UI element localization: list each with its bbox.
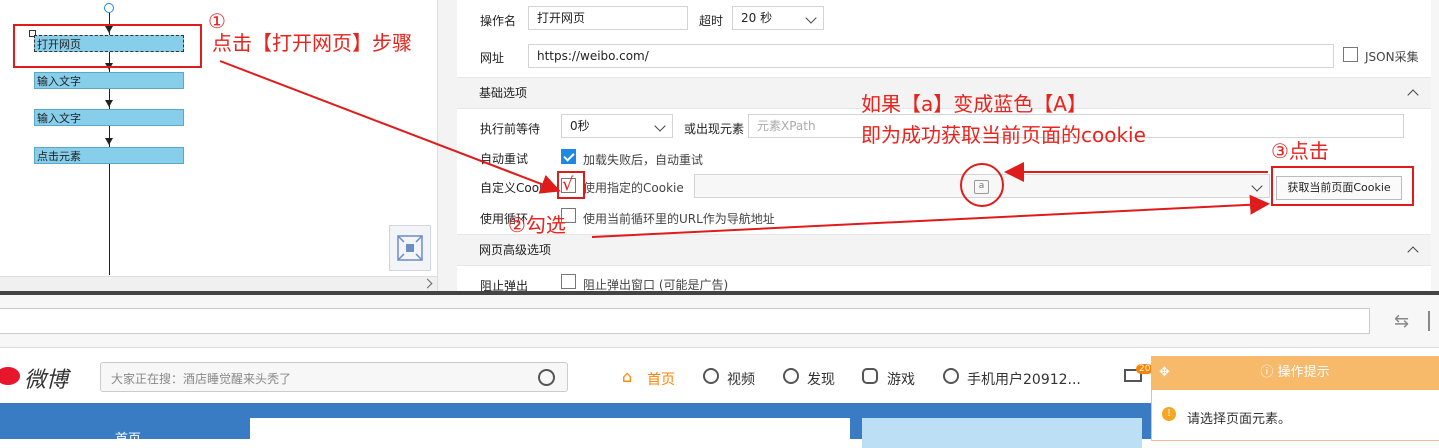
annotation-arrow-check-to-button (591, 194, 1270, 238)
annotation-arrows (219, 60, 1270, 238)
annotation-arrow-step-to-checkbox (219, 60, 561, 194)
